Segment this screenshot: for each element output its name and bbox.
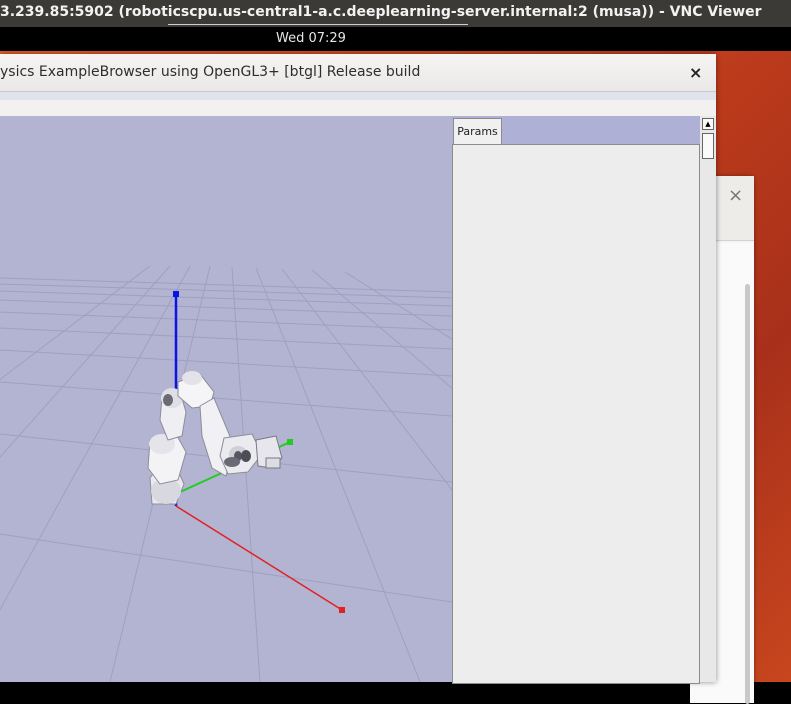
x-axis-tip xyxy=(339,607,345,613)
params-scrollbar[interactable]: ▲ xyxy=(700,116,716,682)
vnc-title: 3.239.85:5902 (roboticscpu.us-central1-a… xyxy=(0,4,762,20)
scene-svg xyxy=(0,265,452,682)
title-underline xyxy=(168,24,468,25)
clock[interactable]: Wed 07:29 xyxy=(273,27,349,51)
y-axis-tip xyxy=(287,439,293,445)
side-panel: Params ▲ xyxy=(452,116,716,684)
close-icon[interactable]: × xyxy=(728,185,743,206)
window-titlebar[interactable]: ysics ExampleBrowser using OpenGL3+ [btg… xyxy=(0,54,716,92)
params-panel-body xyxy=(452,144,700,684)
window-title: ysics ExampleBrowser using OpenGL3+ [btg… xyxy=(0,64,421,80)
vnc-viewer-titlebar[interactable]: 3.239.85:5902 (roboticscpu.us-central1-a… xyxy=(0,0,791,27)
tab-params[interactable]: Params xyxy=(453,118,502,145)
example-browser-window[interactable]: ysics ExampleBrowser using OpenGL3+ [btg… xyxy=(0,54,716,684)
x-axis xyxy=(175,505,343,611)
gnome-top-bar: Wed 07:29 xyxy=(0,27,791,51)
background-window-scrollbar[interactable] xyxy=(745,284,750,704)
scrollbar-thumb[interactable] xyxy=(702,133,714,159)
opengl-viewport[interactable] xyxy=(0,116,452,682)
close-icon[interactable]: × xyxy=(689,54,702,91)
robot-arm[interactable] xyxy=(147,371,283,505)
z-axis-tip xyxy=(173,291,179,297)
menu-strip xyxy=(0,92,716,100)
arrow-up-icon[interactable]: ▲ xyxy=(702,118,714,130)
